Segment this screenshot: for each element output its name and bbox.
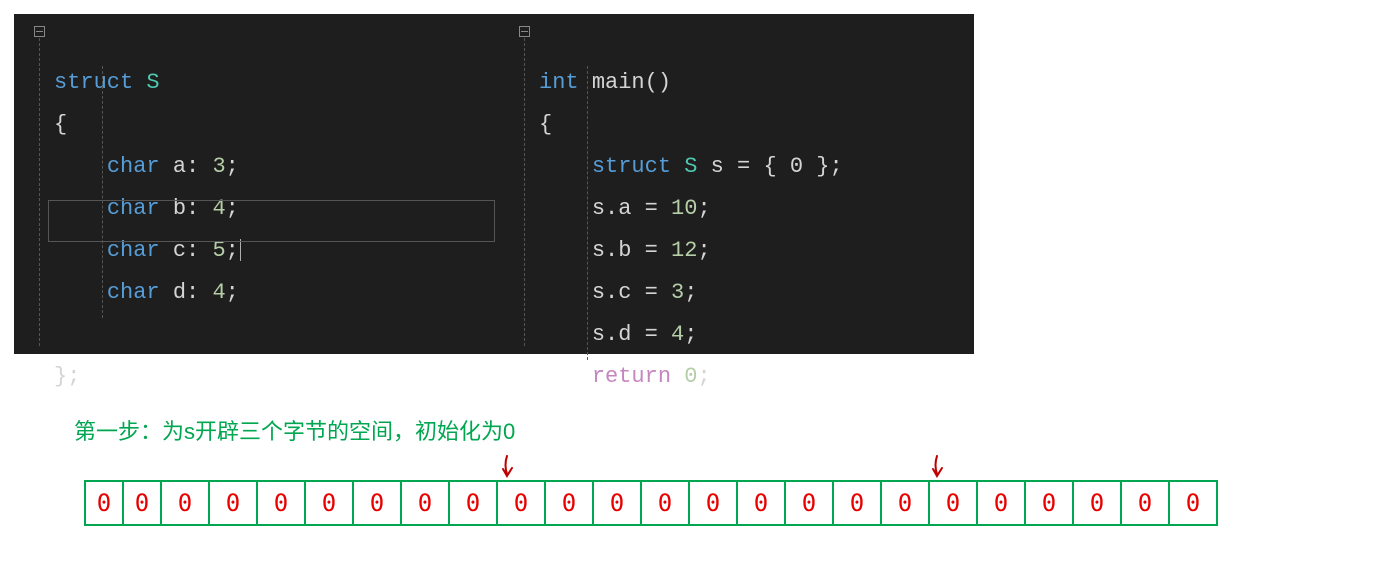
field-bits: 3 [212,154,225,179]
fn-name: main [592,70,645,95]
code-panels: struct S { char a: 3; char b: 4; char c:… [14,14,974,354]
bit-cell: 0 [1168,480,1218,526]
field-name: a [173,154,186,179]
field-bits: 4 [212,196,225,221]
assign-field: d [618,322,631,347]
assign-obj: s [592,196,605,221]
bit-cell: 0 [400,480,450,526]
field-bits: 4 [212,280,225,305]
indent-guide [102,66,103,318]
gutter-left [14,14,48,354]
bits-row: 0 0 0 0 0 0 0 0 0 0 0 0 0 0 0 0 0 0 0 0 … [84,480,1364,526]
bit-cell: 0 [688,480,738,526]
field-name: b [173,196,186,221]
field-bits: 5 [212,238,225,263]
bit-cell: 0 [496,480,546,526]
field-name: d [173,280,186,305]
eq: = [737,154,750,179]
bit-cell: 0 [160,480,210,526]
bit-cell: 0 [84,480,124,526]
bit-cell: 0 [736,480,786,526]
code-panel-struct: struct S { char a: 3; char b: 4; char c:… [14,14,499,354]
bit-cell: 0 [640,480,690,526]
code-lines-right[interactable]: int main() { struct S s = { 0 }; s.a = 1… [539,20,974,398]
field-name: c [173,238,186,263]
step-caption: 第一步：为s开辟三个字节的空间，初始化为0 [74,414,1397,446]
assign-val: 12 [671,238,697,263]
bit-cell: 0 [1072,480,1122,526]
fold-icon[interactable] [34,26,45,37]
assign-obj: s [592,238,605,263]
brace-open: { [539,112,552,137]
var-name: s [711,154,724,179]
fold-guide [39,38,40,346]
code-panel-main: int main() { struct S s = { 0 }; s.a = 1… [499,14,974,354]
assign-val: 3 [671,280,684,305]
keyword-struct: struct [592,154,671,179]
bit-cell: 0 [976,480,1026,526]
fold-guide [524,38,525,346]
struct-name: S [684,154,697,179]
bit-cell: 0 [122,480,162,526]
field-type: char [107,238,160,263]
code-lines-left[interactable]: struct S { char a: 3; char b: 4; char c:… [54,20,499,398]
brace-open: { [54,112,67,137]
field-type: char [107,280,160,305]
assign-field: c [618,280,631,305]
bit-cell: 0 [928,480,978,526]
fold-icon[interactable] [519,26,530,37]
arrow-down-icon [498,454,516,480]
assign-val: 4 [671,322,684,347]
assign-obj: s [592,322,605,347]
return-kw: return [592,364,671,389]
gutter-right [499,14,533,354]
field-type: char [107,196,160,221]
struct-name: S [146,70,159,95]
ret-type: int [539,70,579,95]
brace-close: }; [54,364,80,389]
bit-cell: 0 [544,480,594,526]
init: { 0 }; [763,154,842,179]
return-val: 0 [684,364,697,389]
bit-cell: 0 [592,480,642,526]
parens: () [645,70,671,95]
bits-diagram: 0 0 0 0 0 0 0 0 0 0 0 0 0 0 0 0 0 0 0 0 … [84,480,1364,526]
bit-cell: 0 [1120,480,1170,526]
bit-cell: 0 [304,480,354,526]
bit-cell: 0 [448,480,498,526]
bit-cell: 0 [832,480,882,526]
assign-field: a [618,196,631,221]
assign-obj: s [592,280,605,305]
text-cursor [240,239,241,261]
assign-field: b [618,238,631,263]
bit-cell: 0 [256,480,306,526]
arrow-down-icon [928,454,946,480]
bit-cell: 0 [352,480,402,526]
field-type: char [107,154,160,179]
bit-cell: 0 [880,480,930,526]
indent-guide [587,66,588,360]
bit-cell: 0 [208,480,258,526]
bit-cell: 0 [1024,480,1074,526]
assign-val: 10 [671,196,697,221]
keyword-struct: struct [54,70,133,95]
bit-cell: 0 [784,480,834,526]
